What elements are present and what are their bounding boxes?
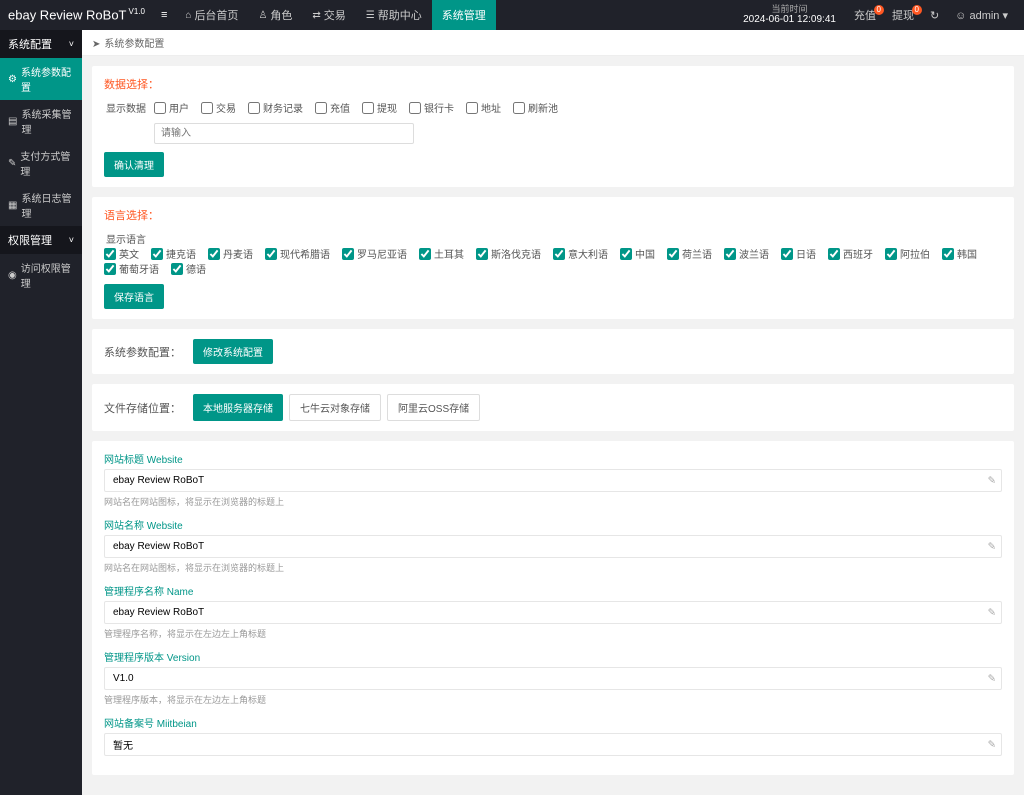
hamburger-icon[interactable]: ≡ [153, 9, 175, 21]
field-hint-3: 管理程序版本，将显示在左边左上角标题 [104, 693, 1002, 706]
side-group-0[interactable]: 系统配置˅ [0, 30, 82, 58]
edit-icon[interactable]: ✎ [988, 739, 996, 750]
lang-opt-9[interactable]: 荷兰语 [667, 246, 712, 261]
brand: ebay Review RoBoTV1.0 [8, 7, 153, 22]
lang-opt-4[interactable]: 罗马尼亚语 [342, 246, 407, 261]
confirm-clear-button[interactable]: 确认清理 [104, 152, 164, 177]
edit-icon[interactable]: ✎ [988, 673, 996, 684]
data-opt-1[interactable]: 交易 [201, 100, 236, 115]
file-store-label: 文件存储位置： [104, 400, 181, 416]
edit-icon[interactable]: ✎ [988, 475, 996, 486]
lang-select-title: 语言选择： [104, 207, 1002, 223]
side-item-0-2[interactable]: ✎支付方式管理 [0, 142, 82, 184]
lang-opt-5[interactable]: 土耳其 [419, 246, 464, 261]
lang-opt-13[interactable]: 阿拉伯 [885, 246, 930, 261]
topnav-4[interactable]: 系统管理 [432, 0, 496, 30]
breadcrumb: ➤系统参数配置 [82, 30, 1024, 56]
field-label-3: 管理程序版本 Version [104, 649, 1002, 664]
field-hint-2: 管理程序名称，将显示在左边左上角标题 [104, 627, 1002, 640]
topright-2[interactable]: ↻ [922, 9, 947, 22]
topnav-0[interactable]: ⌂后台首页 [175, 0, 248, 30]
edit-icon[interactable]: ✎ [988, 541, 996, 552]
lang-opt-15[interactable]: 葡萄牙语 [104, 261, 159, 276]
file-tab-1[interactable]: 七牛云对象存储 [289, 394, 381, 421]
data-select-title: 数据选择： [104, 76, 1002, 92]
lang-opt-7[interactable]: 意大利语 [553, 246, 608, 261]
field-label-4: 网站备案号 Miitbeian [104, 715, 1002, 730]
lang-opt-11[interactable]: 日语 [781, 246, 816, 261]
data-opt-3[interactable]: 充值 [315, 100, 350, 115]
data-opt-0[interactable]: 用户 [154, 100, 189, 115]
side-group-1[interactable]: 权限管理˅ [0, 226, 82, 254]
data-row-label: 显示数据 [104, 100, 154, 115]
side-item-0-0[interactable]: ⚙系统参数配置 [0, 58, 82, 100]
field-label-2: 管理程序名称 Name [104, 583, 1002, 598]
field-input-2[interactable] [104, 601, 1002, 624]
lang-opt-6[interactable]: 斯洛伐克语 [476, 246, 541, 261]
lang-opt-14[interactable]: 韩国 [942, 246, 977, 261]
topnav-1[interactable]: ♙角色 [248, 0, 302, 30]
data-opt-4[interactable]: 提现 [362, 100, 397, 115]
lang-opt-12[interactable]: 西班牙 [828, 246, 873, 261]
modify-sys-config-button[interactable]: 修改系统配置 [193, 339, 273, 364]
topright-1[interactable]: 提现0 [884, 7, 922, 23]
file-tab-0[interactable]: 本地服务器存储 [193, 394, 283, 421]
lang-row-label: 显示语言 [104, 231, 154, 246]
lang-opt-3[interactable]: 现代希腊语 [265, 246, 330, 261]
topright-0[interactable]: 充值0 [846, 7, 884, 23]
data-opt-7[interactable]: 刷新池 [513, 100, 558, 115]
field-input-4[interactable] [104, 733, 1002, 756]
data-opt-6[interactable]: 地址 [466, 100, 501, 115]
topnav-2[interactable]: ⇄交易 [302, 0, 355, 30]
side-item-1-0[interactable]: ◉访问权限管理 [0, 254, 82, 296]
server-time: 当前时间 2024-06-01 12:09:41 [733, 4, 846, 27]
save-lang-button[interactable]: 保存语言 [104, 284, 164, 309]
lang-opt-1[interactable]: 捷克语 [151, 246, 196, 261]
data-opt-5[interactable]: 银行卡 [409, 100, 454, 115]
side-item-0-1[interactable]: ▤系统采集管理 [0, 100, 82, 142]
sys-param-label: 系统参数配置： [104, 344, 181, 360]
data-filter-input[interactable] [154, 123, 414, 144]
lang-opt-10[interactable]: 波兰语 [724, 246, 769, 261]
topnav-3[interactable]: ☰帮助中心 [356, 0, 432, 30]
lang-opt-2[interactable]: 丹麦语 [208, 246, 253, 261]
topright-3[interactable]: ☺ admin ▾ [947, 9, 1016, 22]
file-tab-2[interactable]: 阿里云OSS存储 [387, 394, 480, 421]
side-item-0-3[interactable]: ▦系统日志管理 [0, 184, 82, 226]
lang-opt-8[interactable]: 中国 [620, 246, 655, 261]
field-hint-1: 网站名在网站图标，将显示在浏览器的标题上 [104, 561, 1002, 574]
data-opt-2[interactable]: 财务记录 [248, 100, 303, 115]
field-label-1: 网站名称 Website [104, 517, 1002, 532]
field-input-3[interactable] [104, 667, 1002, 690]
lang-opt-16[interactable]: 德语 [171, 261, 206, 276]
field-input-0[interactable] [104, 469, 1002, 492]
edit-icon[interactable]: ✎ [988, 607, 996, 618]
field-label-0: 网站标题 Website [104, 451, 1002, 466]
lang-opt-0[interactable]: 英文 [104, 246, 139, 261]
field-input-1[interactable] [104, 535, 1002, 558]
